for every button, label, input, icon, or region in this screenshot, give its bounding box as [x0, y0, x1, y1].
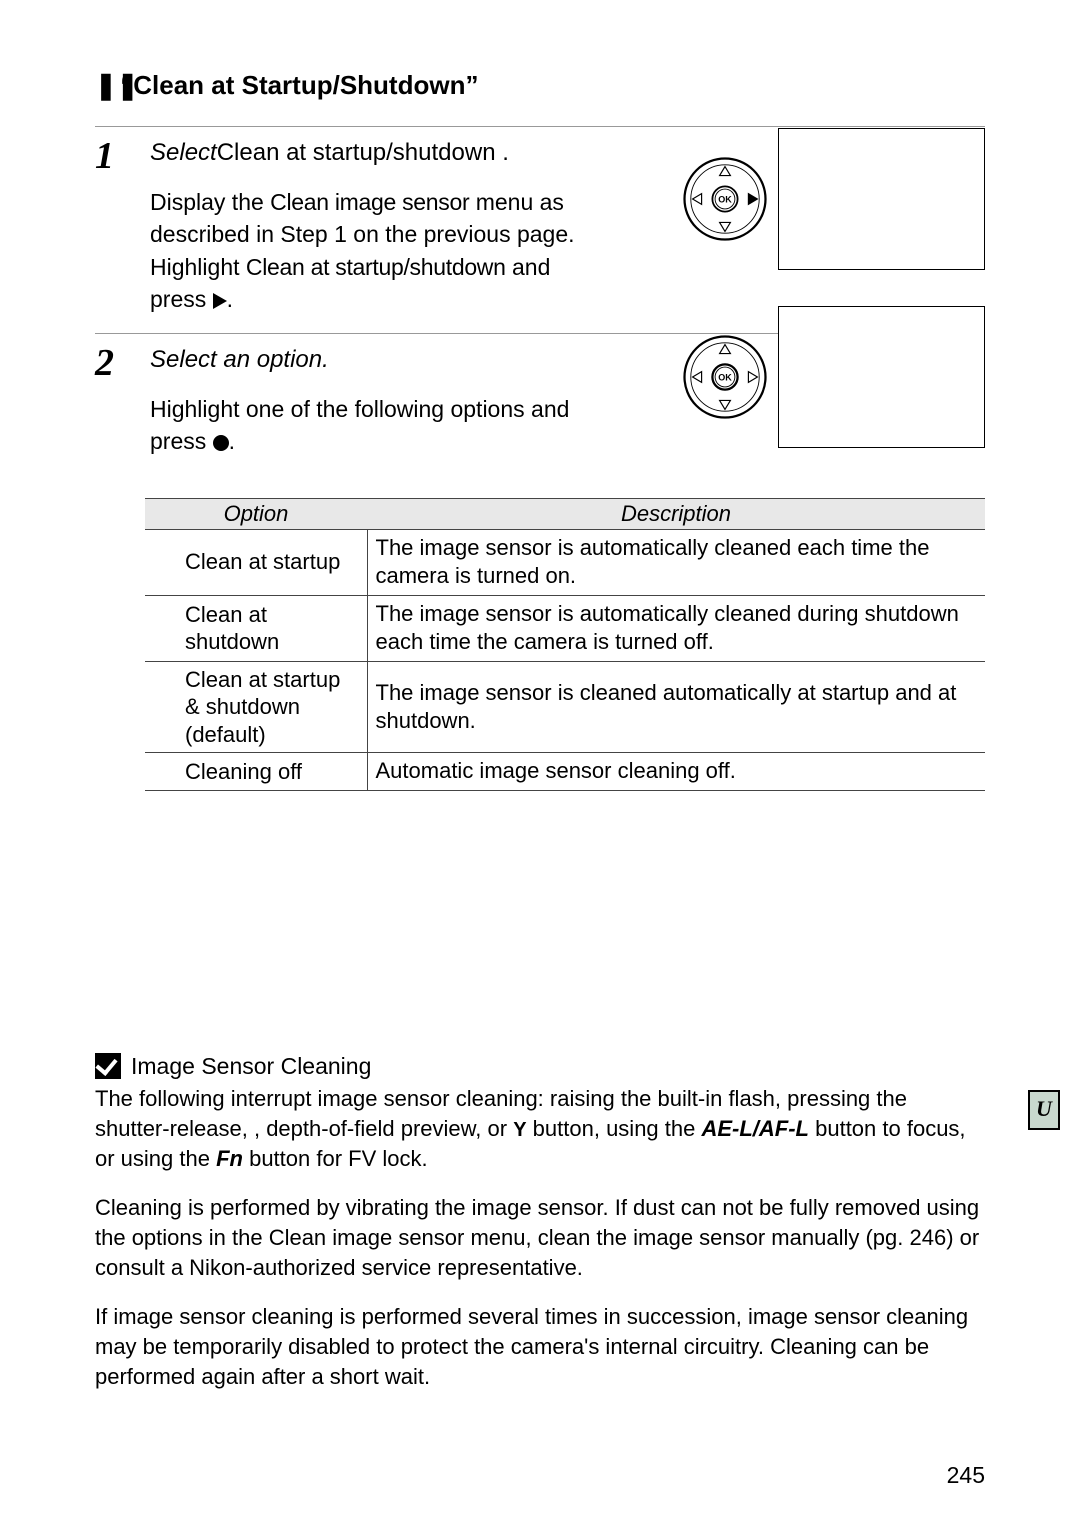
heading-text: “Clean at Startup/Shutdown” — [120, 70, 478, 100]
heading-marker-icon: ❚❚ — [95, 70, 113, 101]
lcd-screenshot-placeholder — [778, 306, 985, 448]
page-number: 245 — [947, 1462, 985, 1489]
options-table: Option Description Clean at startup The … — [145, 498, 985, 791]
note-paragraph-2: Cleaning is performed by vibrating the i… — [95, 1193, 985, 1282]
step-number: 1 — [95, 137, 150, 315]
ok-button-icon — [213, 435, 229, 451]
note-title: Image Sensor Cleaning — [131, 1051, 371, 1082]
svg-text:OK: OK — [718, 195, 732, 205]
section-heading: ❚❚ “Clean at Startup/Shutdown” — [95, 70, 985, 101]
step-text: Highlight one of the following options a… — [150, 393, 610, 457]
caution-check-icon — [95, 1053, 121, 1079]
step-2-illustration: OK — [680, 306, 985, 448]
note-block: Image Sensor Cleaning The following inte… — [95, 1051, 985, 1392]
right-arrow-icon — [213, 293, 227, 309]
svg-text:OK: OK — [718, 373, 732, 383]
col-description: Description — [367, 498, 985, 529]
note-paragraph-1: The following interrupt image sensor cle… — [95, 1084, 985, 1173]
col-option: Option — [145, 498, 367, 529]
step-number: 2 — [95, 344, 150, 458]
thumb-tab-icon: U — [1028, 1090, 1060, 1130]
table-row: Clean at shutdown The image sensor is au… — [145, 595, 985, 661]
dpad-right-icon: OK — [680, 154, 770, 244]
flash-button-icon: Y — [513, 1117, 526, 1144]
dpad-ok-icon: OK — [680, 332, 770, 422]
table-row: Clean at startup The image sensor is aut… — [145, 529, 985, 595]
table-row: Clean at startup & shutdown (default) Th… — [145, 661, 985, 753]
divider — [95, 126, 985, 127]
note-paragraph-3: If image sensor cleaning is performed se… — [95, 1302, 985, 1391]
step-text: Display the Clean image sensor menu as d… — [150, 186, 610, 315]
lcd-screenshot-placeholder — [778, 128, 985, 270]
table-row: Cleaning off Automatic image sensor clea… — [145, 753, 985, 791]
step-1-illustration: OK — [680, 128, 985, 270]
